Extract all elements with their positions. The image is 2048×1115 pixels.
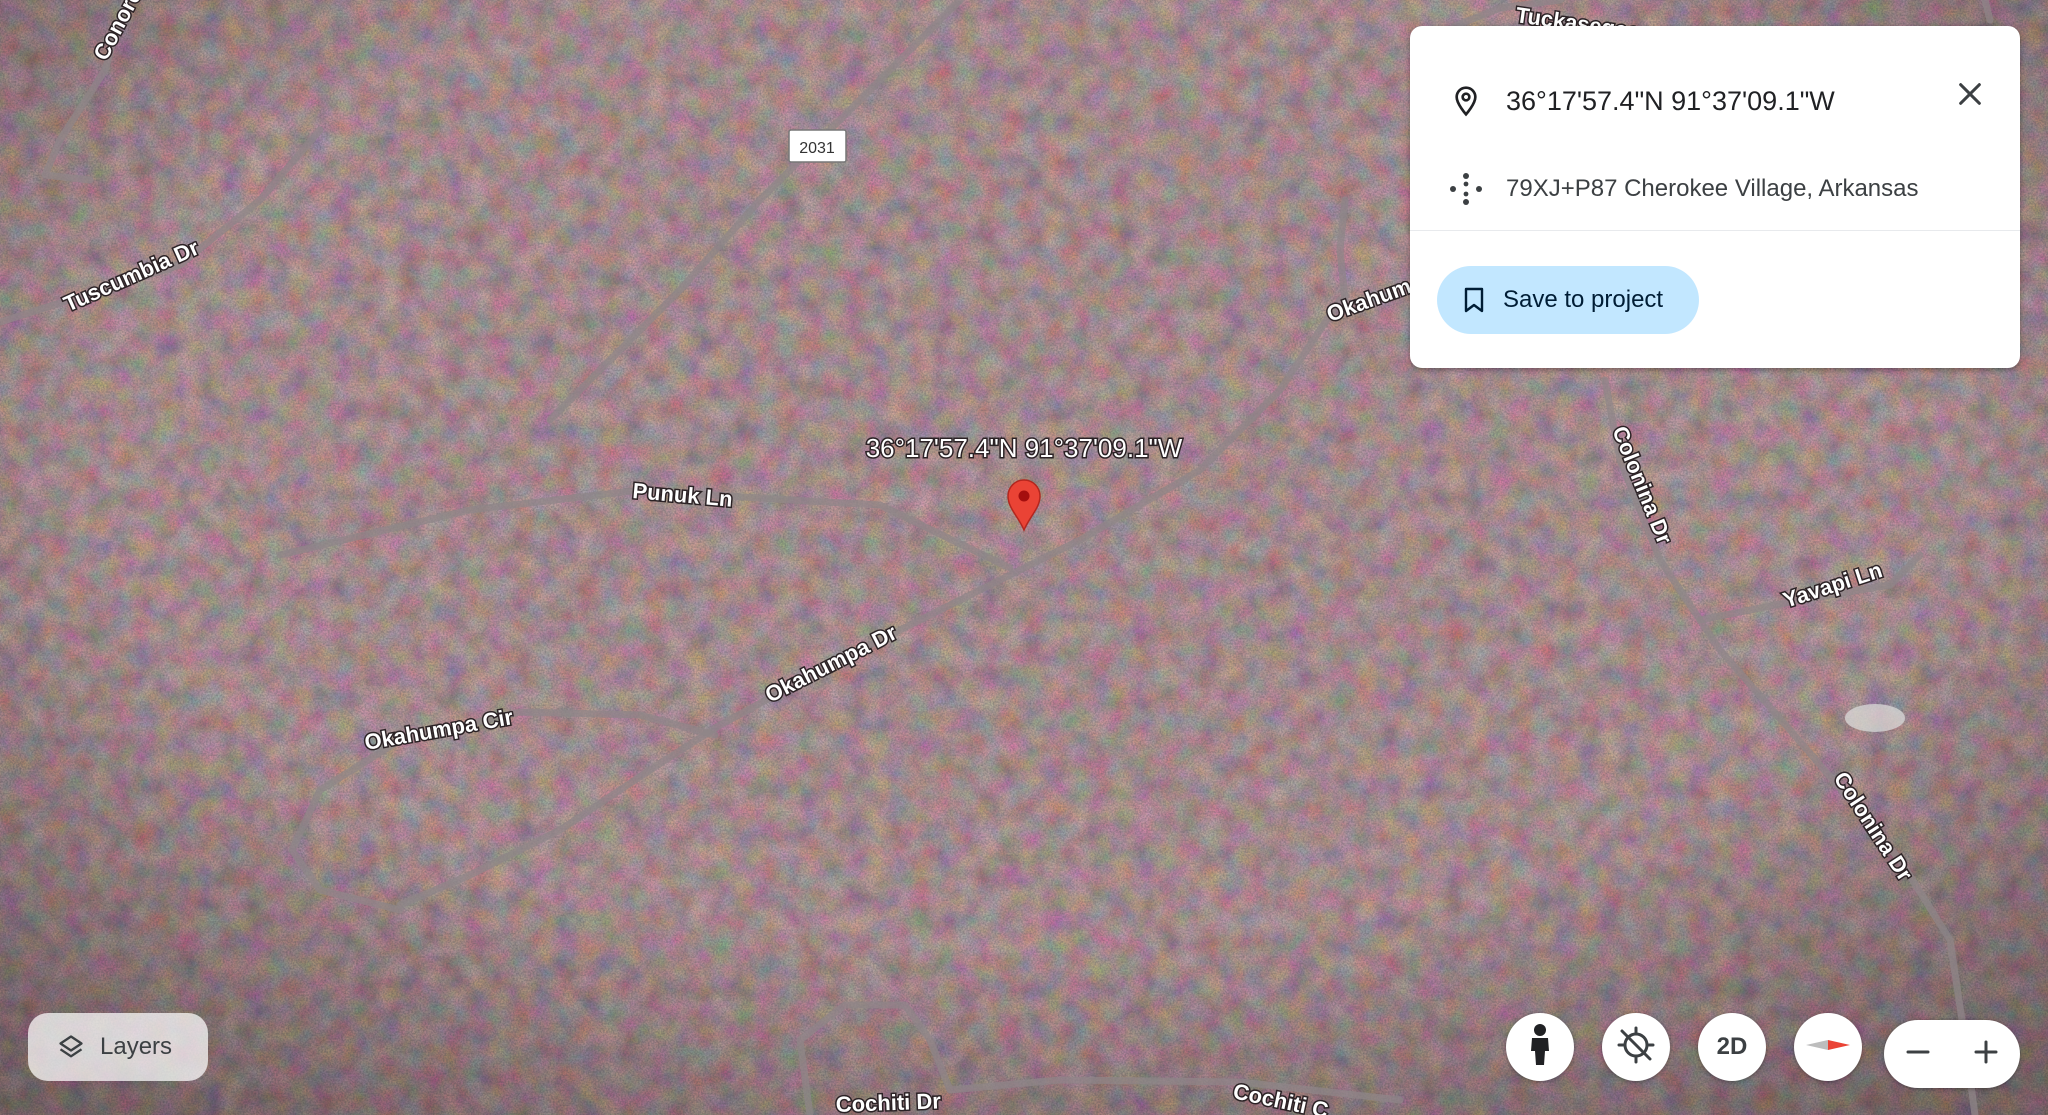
svg-text:2031: 2031 — [799, 140, 835, 157]
zoom-controls — [1884, 1020, 2020, 1088]
compass-icon — [1804, 1030, 1852, 1065]
view-2d-label: 2D — [1716, 1033, 1748, 1060]
location-info-card: 36°17'57.4"N 91°37'09.1"W 79XJ+P87 Chero… — [1410, 26, 2020, 368]
coordinates-row[interactable]: 36°17'57.4"N 91°37'09.1"W — [1410, 66, 2020, 136]
close-button[interactable] — [1946, 72, 1994, 120]
road-label-cochiti-dr: Cochiti Dr — [835, 1088, 941, 1115]
card-divider — [1410, 230, 2020, 231]
street-view-button[interactable] — [1506, 1013, 1574, 1081]
bookmark-icon — [1459, 285, 1489, 315]
zoom-in-button[interactable] — [1952, 1020, 2020, 1088]
zoom-out-button[interactable] — [1884, 1020, 1952, 1088]
close-icon — [1956, 80, 1984, 113]
compass-button[interactable] — [1794, 1013, 1862, 1081]
save-to-project-label: Save to project — [1503, 286, 1664, 313]
layers-icon — [56, 1032, 86, 1062]
plus-code-row[interactable]: 79XJ+P87 Cherokee Village, Arkansas — [1410, 154, 2020, 224]
route-shield-2031: 2031 — [788, 129, 847, 163]
tilt-reset-button[interactable] — [1602, 1013, 1670, 1081]
layers-button[interactable]: Layers — [28, 1013, 208, 1081]
pegman-icon — [1525, 1023, 1555, 1072]
plus-code-icon — [1448, 171, 1484, 207]
clearing — [1845, 704, 1905, 732]
tilt-off-icon — [1616, 1025, 1656, 1070]
coordinates-text: 36°17'57.4"N 91°37'09.1"W — [1506, 85, 1835, 116]
plus-code-text: 79XJ+P87 Cherokee Village, Arkansas — [1506, 175, 1919, 202]
plus-icon — [1972, 1038, 2000, 1071]
map-pin-icon — [1448, 83, 1484, 119]
save-to-project-button[interactable]: Save to project — [1437, 266, 1699, 334]
road-right-edge — [1981, 0, 1994, 24]
minus-icon — [1904, 1038, 1932, 1071]
view-2d-button[interactable]: 2D — [1698, 1013, 1766, 1081]
pin-coordinates-label: 36°17'57.4"N 91°37'09.1"W — [866, 433, 1183, 463]
layers-label: Layers — [100, 1033, 173, 1060]
